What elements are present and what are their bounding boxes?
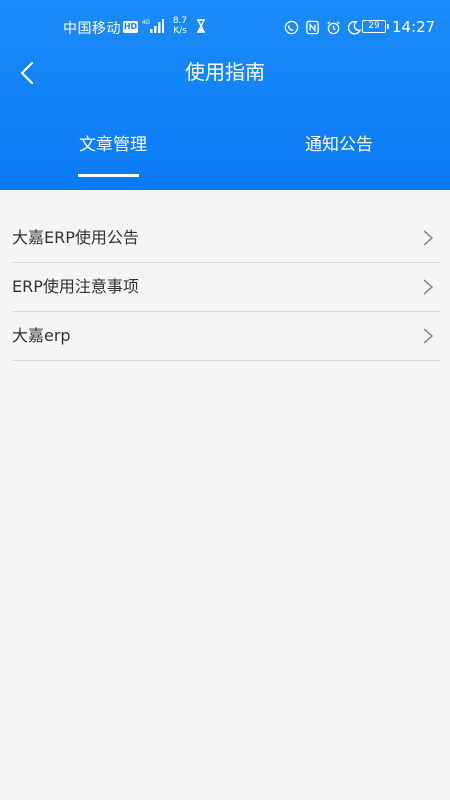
battery-icon: 29 [362, 20, 389, 33]
speed-value: 8.7 [172, 16, 188, 26]
network-type: 4G [142, 20, 150, 26]
speed-unit: K/s [173, 26, 187, 36]
nfc-icon [306, 20, 319, 34]
tab-notice[interactable]: 通知公告 [305, 133, 373, 157]
chevron-right-icon [423, 328, 434, 344]
chevron-right-icon [423, 230, 434, 246]
list-item-label: ERP使用注意事项 [12, 277, 139, 296]
list-item-label: 大嘉ERP使用公告 [12, 228, 139, 247]
list-item[interactable]: 大嘉ERP使用公告 [12, 214, 440, 263]
hd-badge-icon: HD [123, 21, 138, 33]
alarm-icon [327, 20, 340, 34]
list-item[interactable]: ERP使用注意事项 [12, 263, 440, 312]
hourglass-icon [197, 19, 205, 33]
clock-time: 14:27 [392, 18, 436, 36]
status-bar: 中国移动 HD 4G 8.7 K/s 29 14:27 [0, 0, 450, 56]
moon-icon [347, 20, 362, 34]
carrier-name: 中国移动 [63, 21, 121, 37]
list-item[interactable]: 大嘉erp [12, 312, 440, 361]
app-header: 中国移动 HD 4G 8.7 K/s 29 14:27 使用指南 文章管理 通知… [0, 0, 450, 190]
tab-article-management[interactable]: 文章管理 [79, 133, 147, 157]
list-item-label: 大嘉erp [12, 326, 71, 345]
chevron-right-icon [423, 279, 434, 295]
status-icons [284, 18, 362, 36]
signal-icon: 4G [142, 19, 164, 33]
network-speed: 8.7 K/s [170, 16, 190, 36]
page-title: 使用指南 [185, 60, 265, 84]
active-tab-indicator [78, 174, 139, 177]
article-list: 大嘉ERP使用公告 ERP使用注意事项 大嘉erp [0, 214, 450, 361]
hd-call-icon [284, 20, 299, 34]
